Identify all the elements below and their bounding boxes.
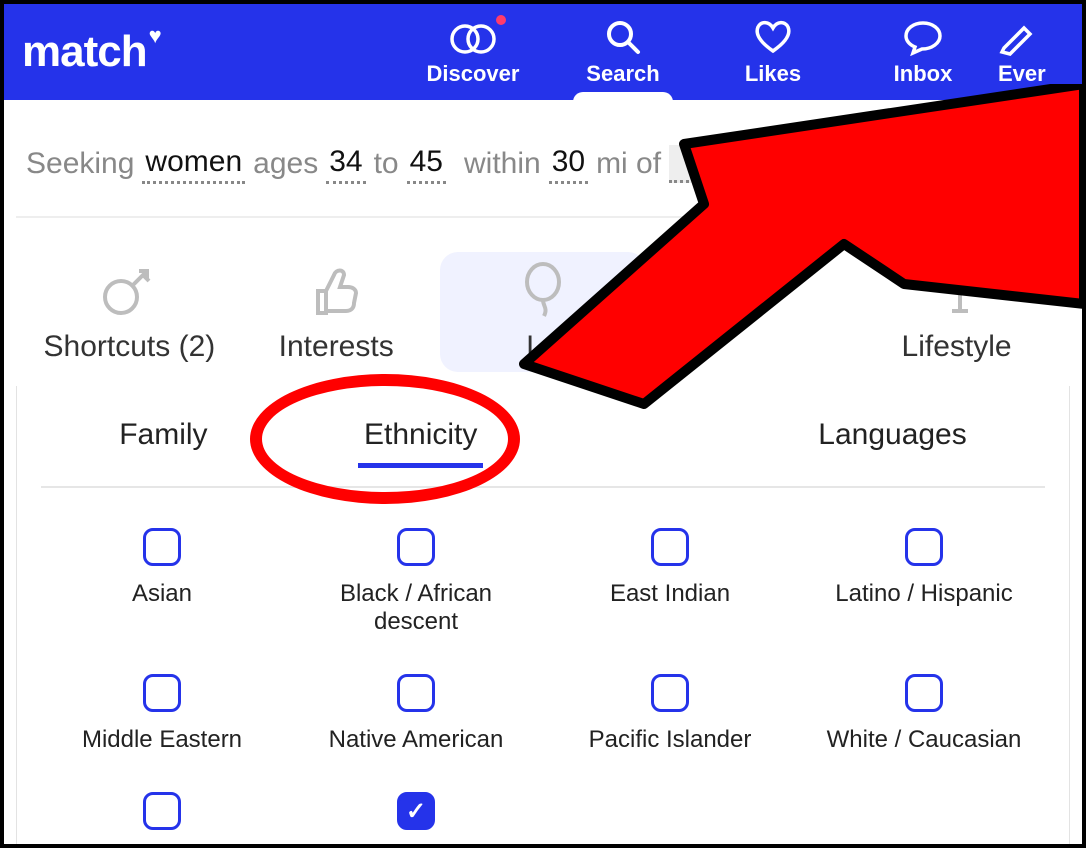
ethnicity-option[interactable]: Black / African descent: [295, 528, 537, 636]
ethnicity-label: Other: [132, 844, 192, 848]
nav-label: Discover: [427, 61, 520, 87]
checkbox[interactable]: ✓: [397, 792, 435, 830]
chat-icon: [902, 17, 944, 57]
seeking-label: Seeking: [26, 147, 134, 181]
top-nav: match ♥ Discover Search: [4, 4, 1082, 100]
age-to-input[interactable]: 45: [407, 145, 446, 184]
checkbox[interactable]: [651, 528, 689, 566]
subtab-languages[interactable]: Languages: [812, 414, 972, 466]
unit-label: mi of: [596, 147, 661, 181]
ages-label: ages: [253, 147, 318, 181]
check-icon: ✓: [406, 797, 426, 826]
distance-input[interactable]: 30: [549, 145, 588, 184]
category-shortcuts[interactable]: Shortcuts (2): [26, 252, 233, 372]
ethnicity-option[interactable]: Middle Eastern: [41, 674, 283, 754]
category-lifestyle[interactable]: Lifestyle: [853, 252, 1060, 372]
ethnicity-option[interactable]: East Indian: [549, 528, 791, 636]
subtabs: Family Ethnicity Languages: [41, 414, 1045, 488]
category-looks[interactable]: Lo: [440, 252, 647, 372]
ethnicity-label: Any: [395, 844, 436, 848]
subtab-ethnicity[interactable]: Ethnicity: [358, 414, 483, 466]
balloon-icon: [520, 260, 566, 324]
brand-name: match: [22, 27, 147, 77]
checkbox[interactable]: [143, 528, 181, 566]
category-tabs: Shortcuts (2) Interests Lo Lifestyle: [4, 218, 1082, 382]
active-tab-indicator: [573, 92, 673, 108]
nav-discover[interactable]: Discover: [398, 4, 548, 100]
category-interests[interactable]: Interests: [233, 252, 440, 372]
ethnicity-label: Black / African descent: [295, 580, 537, 636]
category-label: Interests: [279, 330, 394, 364]
checkbox[interactable]: [143, 792, 181, 830]
notification-dot-icon: [496, 15, 506, 25]
search-criteria-row: Seeking women ages 34 to 45 within 30 mi…: [4, 100, 1082, 216]
ethnicity-label: Latino / Hispanic: [835, 580, 1012, 608]
ethnicity-option[interactable]: Native American: [295, 674, 537, 754]
ethnicity-option[interactable]: White / Caucasian: [803, 674, 1045, 754]
ethnicity-option[interactable]: Pacific Islander: [549, 674, 791, 754]
within-label: within: [464, 147, 541, 181]
ethnicity-label: Asian: [132, 580, 192, 608]
ethnicity-option[interactable]: Other: [41, 792, 283, 848]
nav-label: Likes: [745, 61, 801, 87]
search-icon: [604, 17, 642, 57]
nav-label: Search: [586, 61, 659, 87]
heart-icon: ♥: [149, 25, 161, 47]
shortcuts-icon: [99, 260, 159, 324]
to-label: to: [374, 147, 399, 181]
brand-logo[interactable]: match ♥: [22, 27, 161, 77]
nav-inbox[interactable]: Inbox: [848, 4, 998, 100]
nav-label: Inbox: [894, 61, 953, 87]
ethnicity-label: Native American: [329, 726, 504, 754]
ethnicity-options-grid: Asian Black / African descent East Indian L…: [41, 528, 1045, 848]
gender-select[interactable]: women: [142, 145, 245, 184]
location-input[interactable]: [669, 145, 749, 183]
nav-label: Ever: [998, 61, 1046, 87]
category-label: Lifestyle: [902, 330, 1012, 364]
checkbox[interactable]: [397, 674, 435, 712]
category-label: Shortcuts (2): [44, 330, 216, 364]
age-from-input[interactable]: 34: [326, 145, 365, 184]
thumbs-up-icon: [308, 260, 364, 324]
rings-icon: [448, 17, 498, 57]
pencil-icon: [998, 17, 1036, 57]
sort-button[interactable]: [950, 140, 998, 188]
ethnicity-label: East Indian: [610, 580, 730, 608]
heart-outline-icon: [752, 17, 794, 57]
checkbox[interactable]: [143, 674, 181, 712]
ethnicity-option[interactable]: Asian: [41, 528, 283, 636]
checkbox[interactable]: [905, 528, 943, 566]
ethnicity-option[interactable]: Latino / Hispanic: [803, 528, 1045, 636]
nav-events[interactable]: Ever: [998, 4, 1070, 100]
checkbox[interactable]: [397, 528, 435, 566]
checkbox[interactable]: [651, 674, 689, 712]
subtab-family[interactable]: Family: [113, 414, 213, 466]
filters-button[interactable]: [1012, 140, 1060, 188]
filter-panel: Family Ethnicity Languages Asian Black / …: [16, 386, 1070, 848]
ethnicity-label: Pacific Islander: [589, 726, 752, 754]
nav-likes[interactable]: Likes: [698, 4, 848, 100]
category-label: Lo: [526, 330, 559, 364]
bookmark-button[interactable]: [888, 140, 936, 188]
ethnicity-label: Middle Eastern: [82, 726, 242, 754]
checkbox[interactable]: [905, 674, 943, 712]
nav-search[interactable]: Search: [548, 4, 698, 100]
ethnicity-label: White / Caucasian: [827, 726, 1022, 754]
ethnicity-option[interactable]: ✓ Any: [295, 792, 537, 848]
glass-icon: [934, 260, 980, 324]
